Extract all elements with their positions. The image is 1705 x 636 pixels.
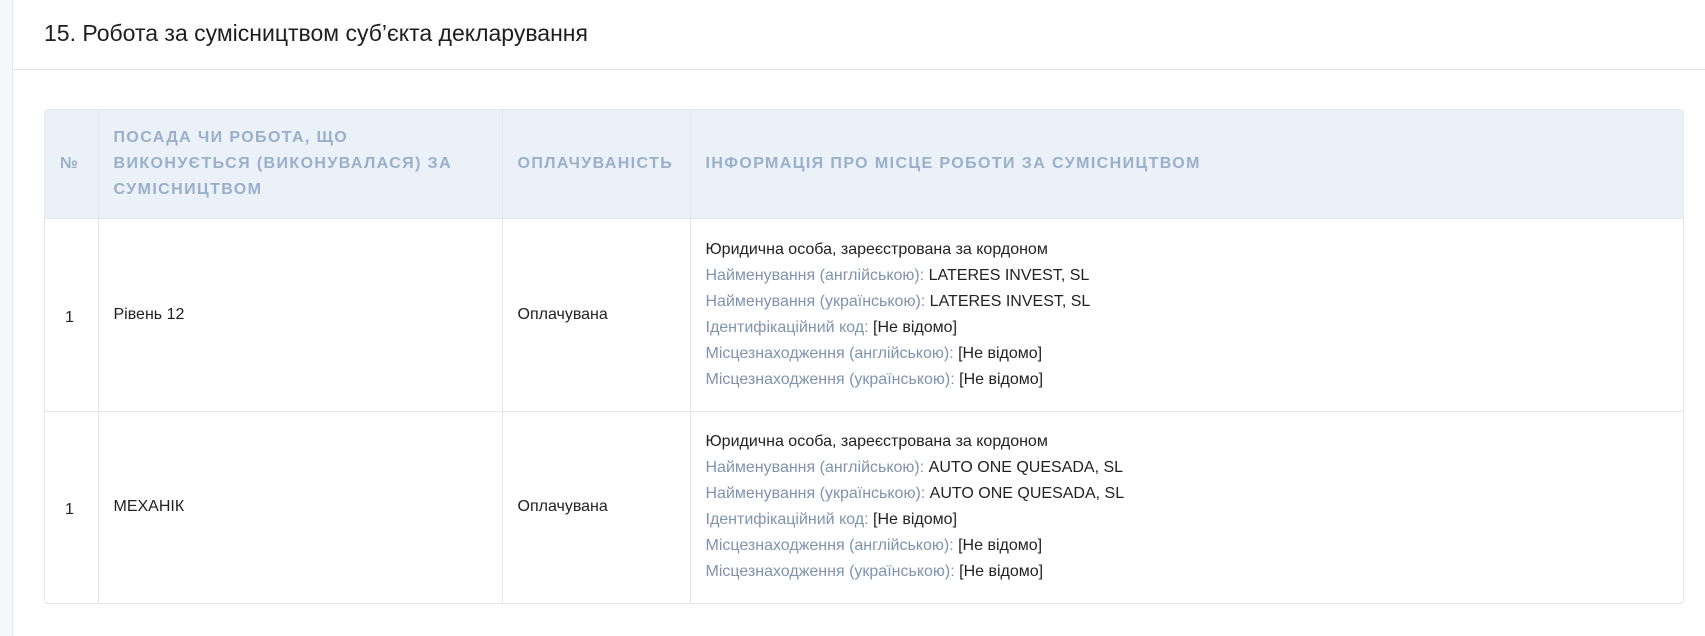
header-position: Посада чи робота, що виконується (викону…: [98, 110, 503, 218]
code-line: Ідентифікаційний код: [Не відомо]: [706, 507, 1669, 533]
name-en-label: Найменування (англійською):: [705, 459, 925, 477]
name-uk-label: Найменування (українською):: [705, 292, 926, 310]
loc-en-value: [Не відомо]: [958, 537, 1043, 555]
declaration-page: 15. Робота за сумісництвом суб’єкта декл…: [12, 0, 1705, 636]
loc-en-line: Місцезнаходження (англійською): [Не відо…: [706, 533, 1669, 559]
code-label: Ідентифікаційний код:: [705, 318, 869, 336]
code-value: [Не відомо]: [873, 318, 958, 336]
table-header-row: № Посада чи робота, що виконується (вико…: [45, 110, 1683, 218]
table-row: 1 Рівень 12 Оплачувана Юридична особа, з…: [45, 217, 1683, 411]
code-line: Ідентифікаційний код: [Не відомо]: [706, 315, 1669, 341]
loc-en-value: [Не відомо]: [958, 344, 1043, 362]
loc-en-line: Місцезнаходження (англійською): [Не відо…: [706, 341, 1669, 367]
name-en-value: LATERES INVEST, SL: [928, 266, 1090, 284]
cell-paid: Оплачувана: [502, 410, 691, 603]
section-title: 15. Робота за сумісництвом суб’єкта декл…: [44, 20, 588, 46]
name-en-line: Найменування (англійською): AUTO ONE QUE…: [706, 455, 1669, 481]
code-label: Ідентифікаційний код:: [705, 511, 869, 529]
loc-uk-label: Місцезнаходження (українською):: [705, 563, 955, 581]
name-uk-label: Найменування (українською):: [705, 485, 926, 503]
cell-num: 1: [45, 410, 99, 603]
table-header: № Посада чи робота, що виконується (вико…: [45, 110, 1683, 218]
name-en-value: AUTO ONE QUESADA, SL: [928, 459, 1124, 477]
name-uk-value: AUTO ONE QUESADA, SL: [929, 485, 1125, 503]
name-uk-line: Найменування (українською): LATERES INVE…: [706, 289, 1669, 315]
cell-num: 1: [45, 217, 99, 411]
header-paid: Оплачуваність: [502, 110, 691, 218]
cell-info: Юридична особа, зареєстрована за кордоно…: [690, 217, 1683, 411]
cell-position: МЕХАНІК: [98, 410, 503, 603]
name-en-line: Найменування (англійською): LATERES INVE…: [706, 263, 1669, 289]
loc-uk-line: Місцезнаходження (українською): [Не відо…: [706, 367, 1669, 393]
cell-position: Рівень 12: [98, 217, 503, 411]
entity-type: Юридична особа, зареєстрована за кордоно…: [705, 240, 1048, 258]
loc-uk-line: Місцезнаходження (українською): [Не відо…: [706, 559, 1669, 585]
loc-uk-label: Місцезнаходження (українською):: [705, 370, 955, 388]
table-row: 1 МЕХАНІК Оплачувана Юридична особа, зар…: [45, 410, 1683, 603]
section-header: 15. Робота за сумісництвом суб’єкта декл…: [13, 0, 1705, 70]
code-value: [Не відомо]: [873, 511, 958, 529]
entity-type: Юридична особа, зареєстрована за кордоно…: [705, 433, 1048, 451]
part-time-work-table: № Посада чи робота, що виконується (вико…: [44, 109, 1684, 604]
cell-info: Юридична особа, зареєстрована за кордоно…: [690, 410, 1683, 603]
cell-paid: Оплачувана: [502, 217, 691, 411]
name-en-label: Найменування (англійською):: [705, 266, 925, 284]
loc-en-label: Місцезнаходження (англійською):: [705, 537, 954, 555]
loc-uk-value: [Не відомо]: [959, 370, 1044, 388]
loc-en-label: Місцезнаходження (англійською):: [705, 344, 954, 362]
table: № Посада чи робота, що виконується (вико…: [45, 110, 1683, 603]
header-info: Інформація про місце роботи за сумісницт…: [690, 110, 1683, 218]
header-num: №: [45, 110, 99, 218]
name-uk-line: Найменування (українською): AUTO ONE QUE…: [706, 481, 1669, 507]
loc-uk-value: [Не відомо]: [959, 563, 1044, 581]
table-body: 1 Рівень 12 Оплачувана Юридична особа, з…: [45, 217, 1683, 603]
name-uk-value: LATERES INVEST, SL: [929, 292, 1091, 310]
